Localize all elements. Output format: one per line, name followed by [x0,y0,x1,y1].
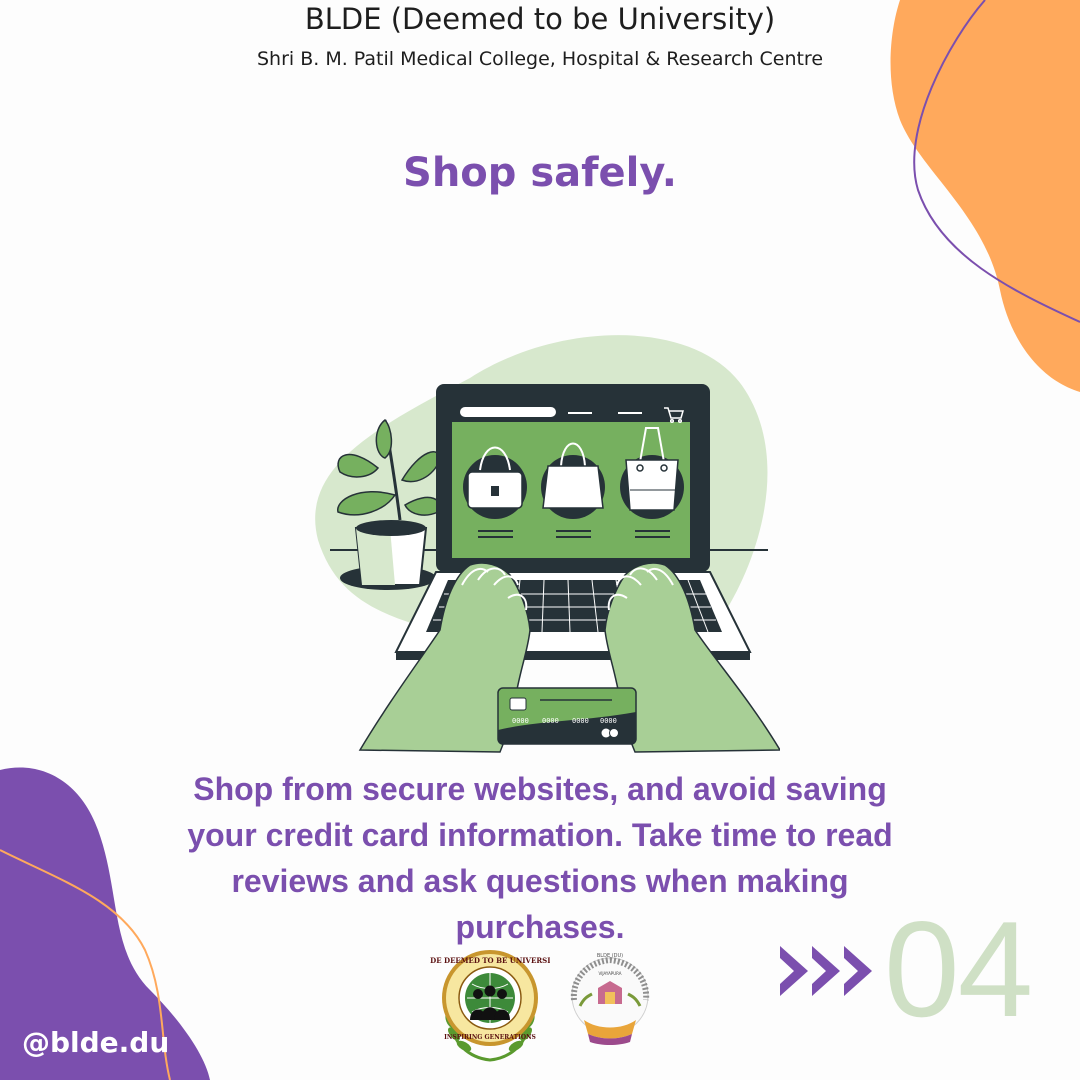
card-number-3: 0000 [572,717,589,725]
seal-ring-text: BLDE DEEMED TO BE UNIVERSITY [430,956,550,965]
college-name: Shri B. M. Patil Medical College, Hospit… [256,48,824,70]
university-name: BLDE (Deemed to be University) [304,2,776,36]
chevron-right-icon [780,946,872,996]
social-handle: @blde.du [22,1026,170,1059]
card-number-4: 0000 [600,717,617,725]
slide-number: 04 [884,893,1033,1045]
emblem-city-text: VIJAYAPURA [598,971,621,976]
card-number-2: 0000 [542,717,559,725]
online-shopping-illustration: 0000 0000 0000 0000 [315,335,780,753]
headline: Shop safely. [403,150,677,196]
credit-card-icon: 0000 0000 0000 0000 [497,687,637,745]
college-emblem-logo: BLDE (DU) VIJAYAPURA [570,953,650,1045]
card-number-1: 0000 [512,717,529,725]
tip-text: Shop from secure websites, and avoid sav… [187,771,893,945]
university-seal-logo: BLDE DEEMED TO BE UNIVERSITY INSPIRING G… [430,950,550,1062]
seal-motto-text: INSPIRING GENERATIONS [444,1034,536,1041]
